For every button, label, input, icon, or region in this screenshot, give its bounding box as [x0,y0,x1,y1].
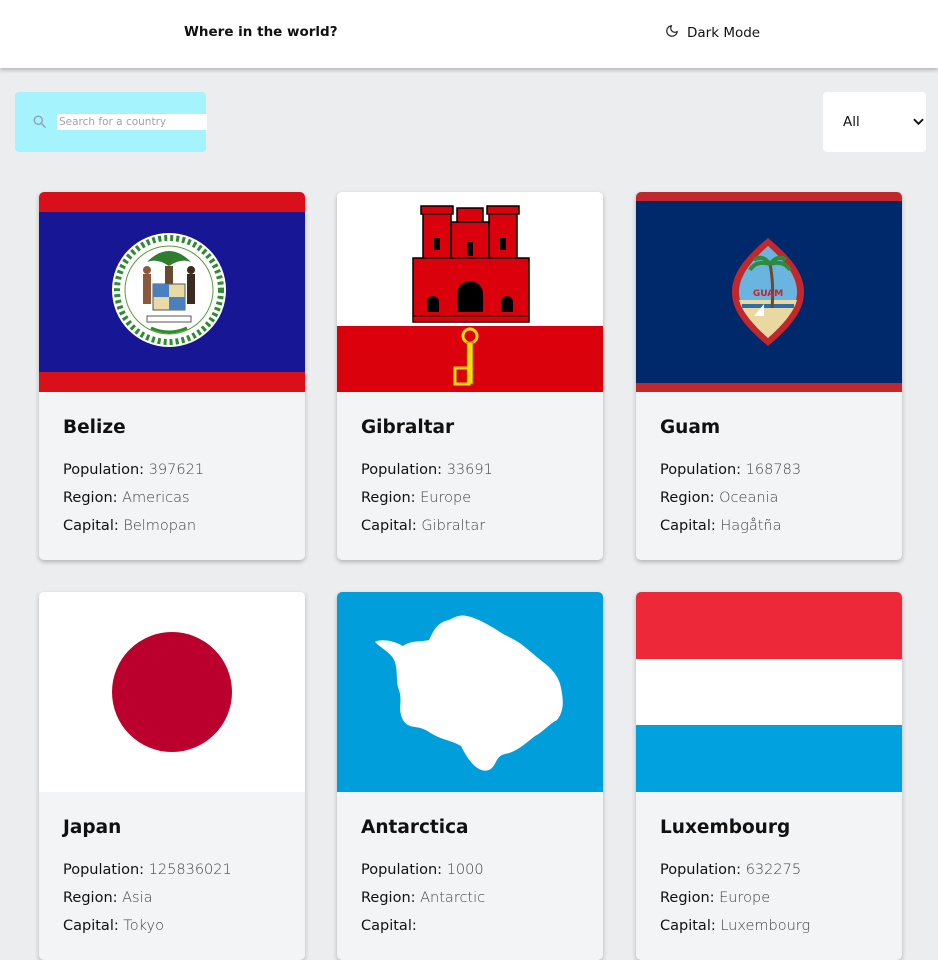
search-bar[interactable] [15,92,207,152]
country-card[interactable]: Japan Population: 125836021 Region: Asia… [39,592,305,960]
population-value: 1000 [446,862,484,878]
population-value: 125836021 [148,862,232,878]
capital-label: Capital: [660,918,716,934]
country-name: Gibraltar [361,417,455,438]
country-name: Japan [63,817,122,838]
capital-label: Capital: [660,518,716,534]
dark-mode-toggle[interactable]: Dark Mode [665,24,760,42]
population-label: Population: [660,462,742,478]
moon-icon [665,24,687,42]
country-card[interactable]: Antarctica Population: 1000 Region: Anta… [337,592,603,960]
app-header: Where in the world? Dark Mode [0,0,938,68]
gibraltar-flag [337,192,603,392]
population-value: 33691 [446,462,493,478]
app-title: Where in the world? [184,24,338,40]
capital-label: Capital: [361,918,417,934]
dark-mode-label: Dark Mode [687,25,761,41]
region-label: Region: [63,890,118,906]
capital-value: Luxembourg [720,918,811,934]
luxembourg-flag [636,592,902,792]
region-value: Americas [122,490,190,506]
country-card[interactable]: Luxembourg Population: 632275 Region: Eu… [636,592,902,960]
region-label: Region: [361,490,416,506]
country-card[interactable]: Gibraltar Population: 33691 Region: Euro… [337,192,603,560]
capital-value: Tokyo [123,918,164,934]
region-label: Region: [63,490,118,506]
country-card[interactable]: GUAM Guam Population: 168783 Region: Oce… [636,192,902,560]
region-value: Oceania [719,490,779,506]
region-filter-value: All [843,114,860,130]
population-label: Population: [361,462,443,478]
population-value: 168783 [745,462,802,478]
region-label: Region: [361,890,416,906]
country-name: Luxembourg [660,817,791,838]
capital-value: Gibraltar [421,518,486,534]
population-value: 397621 [148,462,205,478]
search-input[interactable] [57,114,207,130]
capital-label: Capital: [63,918,119,934]
region-value: Antarctic [420,890,486,906]
region-label: Region: [660,490,715,506]
country-name: Guam [660,417,721,438]
region-filter-select[interactable]: All [823,92,926,152]
belize-flag [39,192,305,392]
svg-text:GUAM: GUAM [753,289,783,299]
population-label: Population: [660,862,742,878]
country-name: Belize [63,417,126,438]
population-label: Population: [63,462,145,478]
region-value: Europe [719,890,771,906]
japan-flag [39,592,305,792]
population-value: 632275 [745,862,802,878]
capital-label: Capital: [63,518,119,534]
region-value: Europe [420,490,472,506]
antarctica-flag [337,592,603,792]
population-label: Population: [63,862,145,878]
capital-value: Belmopan [123,518,197,534]
capital-label: Capital: [361,518,417,534]
region-value: Asia [122,890,153,906]
region-label: Region: [660,890,715,906]
capital-value: Hagåtña [720,518,782,534]
country-card[interactable]: Belize Population: 397621 Region: Americ… [39,192,305,560]
population-label: Population: [361,862,443,878]
country-name: Antarctica [361,817,469,838]
guam-flag: GUAM [636,192,902,392]
